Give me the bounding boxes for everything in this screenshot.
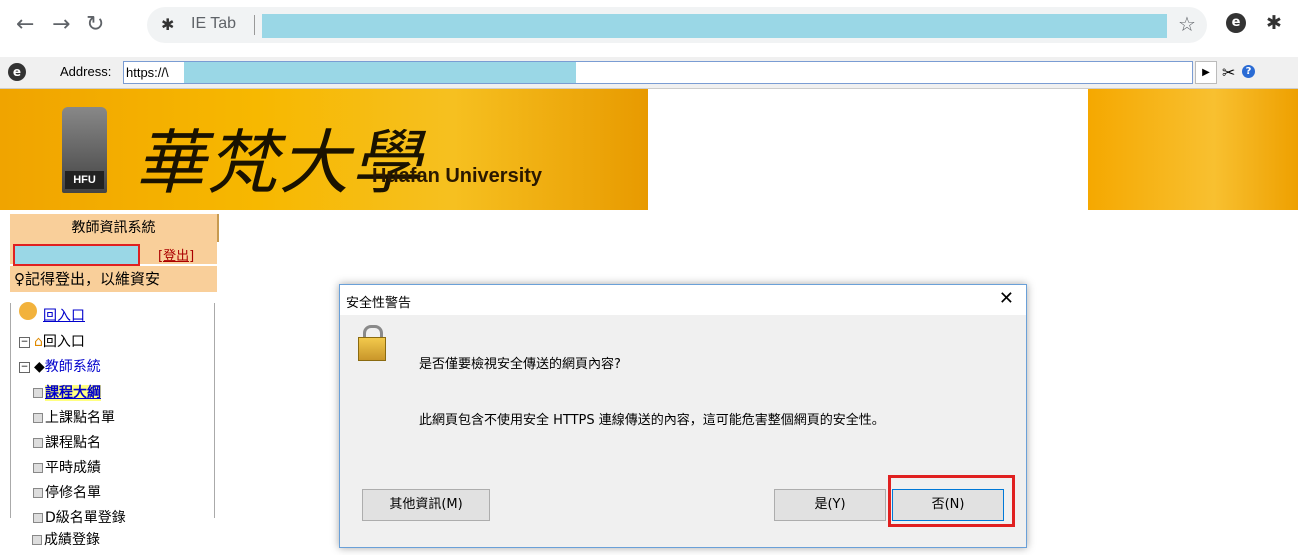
redacted-address (184, 62, 576, 83)
tree-item-label: 課程點名 (45, 435, 101, 451)
tree-item-label: 成績登錄 (44, 532, 100, 548)
omnibox[interactable]: ✱ IE Tab (147, 7, 1207, 43)
ie-logo-icon: e (8, 63, 26, 81)
university-banner: HFU 華梵大學 Huafan University (0, 89, 648, 210)
emblem-text: HFU (65, 171, 104, 189)
nav-tree: 回入口 − ⌂回入口 − ◆教師系統 課程大綱 上課點名單 課程點名 平時成績 停修… (10, 302, 215, 526)
bullet-icon (33, 513, 43, 523)
bullet-icon (33, 388, 43, 398)
tree-item-home[interactable]: − ⌂回入口 (19, 331, 85, 351)
more-info-button[interactable]: 其他資訊(M) (362, 489, 490, 521)
collapse-icon[interactable]: − (19, 361, 30, 373)
security-tip: ♀記得登出，以維資安 (10, 266, 217, 292)
redacted-username (13, 244, 140, 266)
close-icon[interactable]: ✕ (999, 288, 1014, 309)
tree-item-withdrawal[interactable]: 停修名單 (33, 482, 101, 502)
go-button[interactable]: ▶ (1195, 61, 1217, 84)
bullet-icon (33, 463, 43, 473)
tree-item-label: 停修名單 (45, 485, 101, 501)
monkey-icon (19, 302, 37, 320)
browser-toolbar: ← → ↻ ✱ IE Tab ☆ e ✱ (0, 0, 1298, 57)
dialog-title: 安全性警告 (346, 296, 412, 311)
forward-arrow-icon[interactable]: → (52, 12, 70, 37)
cube-icon: ◆ (34, 359, 45, 375)
address-input[interactable]: https://\ (123, 61, 1193, 84)
tree-item-roll-call[interactable]: 課程點名 (33, 432, 101, 452)
highlight-box (888, 475, 1015, 527)
bullet-icon (33, 413, 43, 423)
home-link[interactable]: 回入口 (43, 305, 85, 325)
ie-tab-extension-icon[interactable]: e (1226, 13, 1246, 33)
help-icon[interactable]: ? (1242, 65, 1255, 78)
collapse-icon[interactable]: − (19, 336, 30, 348)
dialog-titlebar: 安全性警告 ✕ (340, 285, 1026, 315)
house-icon: ⌂ (34, 334, 43, 350)
dialog-question: 是否僅要檢視安全傳送的網頁內容? (419, 357, 621, 372)
yes-button[interactable]: 是(Y) (774, 489, 886, 521)
system-title: 教師資訊系統 (10, 214, 219, 242)
address-value: https://\ (126, 65, 169, 80)
tree-item-label: D級名單登錄 (45, 510, 126, 526)
tree-item-label: 上課點名單 (45, 410, 115, 426)
bullet-icon (33, 488, 43, 498)
tree-item-teacher-system[interactable]: − ◆教師系統 (19, 356, 101, 376)
tree-item-label: 課程大綱 (45, 385, 101, 401)
bookmark-star-icon[interactable]: ☆ (1178, 12, 1196, 36)
ie-tab-label: IE Tab (191, 15, 237, 32)
reload-icon[interactable]: ↻ (86, 12, 104, 37)
dialog-message: 此網頁包含不使用安全 HTTPS 連線傳送的內容，這可能危害整個網頁的安全性。 (419, 413, 885, 428)
back-arrow-icon[interactable]: ← (16, 12, 34, 37)
tools-icon[interactable]: ✂ (1222, 63, 1235, 82)
omnibox-separator (254, 15, 255, 35)
bullet-icon (33, 438, 43, 448)
tree-item-d-level[interactable]: D級名單登錄 (33, 507, 126, 527)
redacted-url[interactable] (262, 14, 1167, 38)
ie-address-bar: e Address: https://\ ▶ ✂ ? (0, 57, 1298, 89)
tree-item-roll-sheet[interactable]: 上課點名單 (33, 407, 115, 427)
tree-item-syllabus[interactable]: 課程大綱 (33, 382, 101, 402)
tree-item-label: 教師系統 (44, 359, 101, 375)
english-university-name: Huafan University (372, 165, 543, 187)
chinese-university-name: 華梵大學 (135, 122, 423, 204)
extensions-icon[interactable]: ✱ (1266, 12, 1282, 34)
puzzle-icon: ✱ (161, 15, 175, 34)
banner-right (1088, 89, 1298, 210)
tree-item-label: 回入口 (42, 334, 85, 350)
tree-item-usual-grades[interactable]: 平時成績 (33, 457, 101, 477)
university-emblem: HFU (62, 107, 107, 193)
tree-item-label: 平時成績 (45, 460, 101, 476)
security-warning-dialog: 安全性警告 ✕ 是否僅要檢視安全傳送的網頁內容? 此網頁包含不使用安全 HTTP… (339, 284, 1027, 548)
user-bar: [登出] (10, 242, 217, 266)
tree-item-grade-entry[interactable]: 成績登錄 (32, 529, 100, 549)
bullet-icon (32, 535, 42, 545)
logout-link[interactable]: [登出] (158, 245, 194, 264)
lock-icon (358, 337, 386, 361)
address-label: Address: (60, 64, 112, 79)
